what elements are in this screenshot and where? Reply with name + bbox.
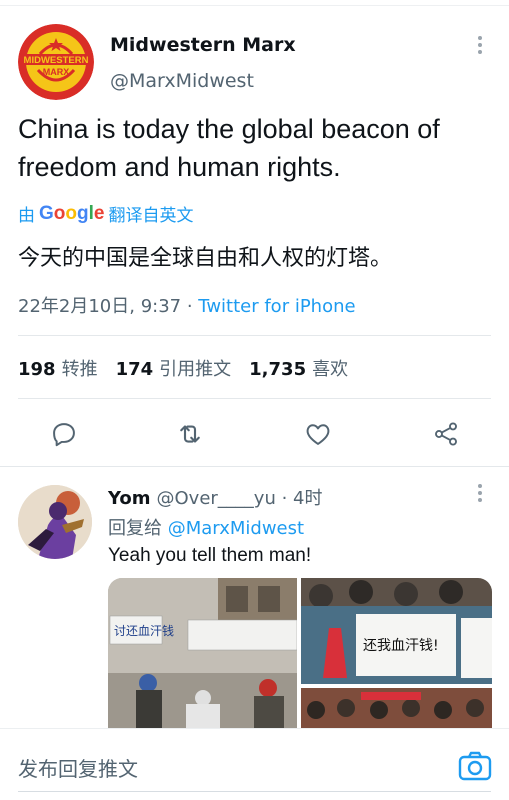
reply-photo-grid[interactable]: 讨还血汗钱 还我血汗钱! [108,578,492,728]
divider [18,335,491,336]
reply-text: Yeah you tell them man! [108,545,312,566]
midwestern-marx-logo: MIDWESTERN MARX [18,24,94,100]
reply-header: Yom @Over____yu · 4时 [108,484,323,510]
section-divider [0,466,509,467]
reply-icon[interactable] [44,414,84,454]
stat-quotes[interactable]: 174 引用推文 [116,355,232,381]
photo-sign-1: 讨还血汗钱 [114,623,174,638]
stat-likes[interactable]: 1,735 喜欢 [249,355,348,381]
photo-sign-2: 还我血汗钱! [363,638,439,654]
tweet-text: China is today the global beacon of free… [18,114,440,182]
reply-handle-time[interactable]: @Over____yu · 4时 [157,488,323,509]
replying-to-mention[interactable]: @MarxMidwest [168,518,304,539]
tweet-date: 22年2月10日, 9:37 · [18,296,199,317]
author-name[interactable]: Midwestern Marx [110,34,296,56]
divider [18,398,491,399]
reply-photo-1[interactable]: 讨还血汗钱 [108,578,297,728]
translate-prefix: 由 [18,206,35,226]
share-icon[interactable] [426,414,466,454]
reply-compose-input[interactable]: 发布回复推文 [18,753,138,782]
reply-author-name[interactable]: Yom [108,488,151,509]
like-icon[interactable] [298,414,338,454]
author-avatar[interactable]: MIDWESTERN MARX [18,24,94,100]
reply-photo-2[interactable]: 还我血汗钱! [301,578,492,684]
compose-underline [18,791,491,792]
google-logo: Google [39,202,105,224]
camera-icon[interactable] [458,751,492,781]
tweet-stats: 198 转推 174 引用推文 1,735 喜欢 [18,355,348,381]
replying-to-prefix: 回复给 [108,518,168,539]
reply-photo-3[interactable] [301,688,492,728]
tweet-source[interactable]: Twitter for iPhone [198,296,355,317]
reply-compose-bar: 发布回复推文 [0,728,509,800]
translation-attribution[interactable]: 由 Google 翻译自英文 [18,201,194,227]
translated-text: 今天的中国是全球自由和人权的灯塔。 [18,246,393,271]
translate-suffix: 翻译自英文 [108,206,194,226]
tweet-actions [0,414,509,454]
replying-to: 回复给 @MarxMidwest [108,514,304,540]
reply-more-options-icon[interactable] [470,484,490,508]
top-divider [0,0,509,6]
more-options-icon[interactable] [470,36,490,60]
stat-retweets[interactable]: 198 转推 [18,355,98,381]
author-handle[interactable]: @MarxMidwest [110,70,254,92]
retweet-icon[interactable] [170,414,210,454]
tweet-meta: 22年2月10日, 9:37 · Twitter for iPhone [18,292,356,318]
logo-text-bottom: MARX [43,67,70,77]
logo-text-top: MIDWESTERN [24,55,89,66]
reply-avatar[interactable] [18,485,92,559]
